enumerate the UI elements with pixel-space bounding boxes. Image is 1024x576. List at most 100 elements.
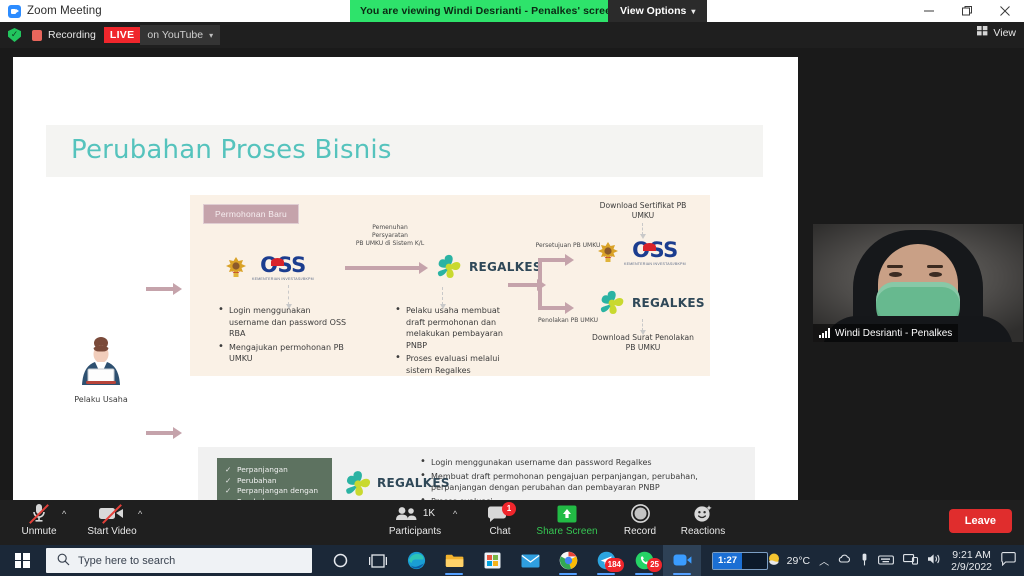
signal-bars-icon [819, 328, 830, 338]
minimize-button[interactable] [910, 0, 948, 22]
participant-name-bar: Windi Desrianti - Penalkes [813, 324, 959, 342]
reactions-button[interactable]: Reactions [666, 503, 740, 538]
window-controls [910, 0, 1024, 22]
action-center-icon[interactable] [1001, 552, 1016, 569]
regalkes-logo-right: REGALKES [596, 287, 705, 319]
chevron-down-icon: ▾ [691, 6, 696, 16]
cortana-icon[interactable] [321, 545, 359, 576]
regalkes-logo-middle: REGALKES [433, 251, 542, 283]
video-options-caret-icon[interactable]: ^ [138, 509, 142, 519]
file-explorer-icon[interactable] [435, 545, 473, 576]
weather-widget[interactable]: 29°C [767, 552, 810, 570]
arrow-label-pemenuhan: Pemenuhan Persyaratan PB UMKU di Sistem … [335, 224, 445, 248]
share-screen-button[interactable]: Share Screen [530, 503, 604, 538]
list-item: Pelaku usaha membuat draft permohonan da… [395, 304, 510, 351]
reactions-smiley-icon [666, 503, 740, 524]
chevron-up-icon[interactable]: ︿ [819, 553, 829, 568]
zoom-meeting-window: Zoom Meeting You are viewing Windi Desri… [0, 0, 1024, 576]
live-platform-label: on YouTube [147, 29, 204, 41]
participants-count: 1K [422, 508, 436, 519]
recording-indicator-icon[interactable] [32, 29, 42, 41]
list-item: Perubahan [225, 476, 332, 487]
running-indicator [673, 573, 691, 575]
participant-eyebrow-right [927, 265, 943, 268]
audio-options-caret-icon[interactable]: ^ [62, 509, 66, 519]
sun-icon [767, 552, 782, 570]
chat-label: Chat [489, 526, 511, 537]
windows-logo-icon [14, 553, 30, 568]
view-options-button[interactable]: View Options ▾ [608, 0, 708, 22]
maximize-button[interactable] [948, 0, 986, 22]
chat-bubble-icon: 1 [463, 501, 537, 524]
view-layout-button[interactable]: View [977, 26, 1016, 39]
oss-logo-right: OSS KEMENTERIAN INVESTASI/BKPM [595, 240, 686, 267]
chrome-icon[interactable] [549, 545, 587, 576]
telegram-unread-badge: 184 [604, 558, 624, 572]
search-icon [57, 553, 70, 569]
participant-video-tile[interactable]: Windi Desrianti - Penalkes [813, 224, 1023, 342]
participants-icon: 1K [378, 503, 452, 524]
garuda-emblem-icon [595, 240, 621, 266]
title-bar-left: Zoom Meeting [0, 4, 102, 18]
telegram-icon[interactable]: 184 [587, 545, 625, 576]
usb-icon[interactable] [860, 553, 869, 569]
list-item: Proses evaluasi melalui sistem Regalkes [395, 352, 510, 376]
reactions-label: Reactions [680, 526, 726, 537]
search-input[interactable]: Type here to search [46, 548, 312, 573]
weather-temperature: 29°C [786, 554, 811, 567]
list-item: Login menggunakan username dan password … [420, 456, 730, 469]
dashed-connector-left [286, 285, 292, 309]
task-view-icon[interactable] [359, 545, 397, 576]
clock-time: 9:21 AM [952, 548, 991, 561]
clock-date: 2/9/2022 [951, 560, 992, 573]
whatsapp-icon[interactable]: 25 [625, 545, 663, 576]
participants-options-caret-icon[interactable]: ^ [453, 509, 457, 519]
chevron-down-icon: ▾ [209, 30, 214, 40]
running-indicator [597, 573, 615, 575]
chat-unread-badge: 1 [502, 501, 516, 516]
mail-icon[interactable] [511, 545, 549, 576]
participants-button[interactable]: 1K Participants [378, 503, 452, 538]
microsoft-store-icon[interactable] [473, 545, 511, 576]
zoom-icon[interactable] [663, 545, 701, 576]
participant-name: Windi Desrianti - Penalkes [835, 327, 953, 339]
onedrive-icon[interactable] [838, 553, 851, 568]
caption-download-sertifikat: Download Sertifikat PB UMKU [599, 201, 687, 220]
system-tray: 29°C ︿ 9:21 AM 2/9/2022 [767, 545, 1024, 576]
zoom-app-icon [8, 4, 21, 18]
window-title: Zoom Meeting [27, 5, 102, 17]
oss-subtitle: KEMENTERIAN INVESTASI/BKPM [252, 277, 314, 281]
dashed-connector-top-right [640, 223, 646, 239]
running-indicator [635, 573, 653, 575]
dashed-connector-middle [440, 287, 446, 309]
screen-share-banner: You are viewing Windi Desrianti - Penalk… [350, 0, 628, 22]
clock-widget[interactable]: 9:21 AM 2/9/2022 [951, 549, 992, 573]
volume-icon[interactable] [927, 553, 942, 568]
live-platform-chip[interactable]: on YouTube ▾ [140, 25, 221, 45]
share-screen-label: Share Screen [536, 526, 598, 537]
edge-icon[interactable] [397, 545, 435, 576]
network-icon[interactable] [903, 553, 919, 568]
start-button[interactable] [0, 545, 44, 576]
flow-arrow-to-panel1 [146, 283, 182, 295]
leave-meeting-button[interactable]: Leave [948, 509, 1012, 533]
whatsapp-unread-badge: 25 [647, 558, 662, 572]
branch-stem [508, 279, 546, 291]
badge-permohonan-baru: Permohonan Baru [203, 204, 299, 224]
actor-label: Pelaku Usaha [74, 395, 128, 404]
close-button[interactable] [986, 0, 1024, 22]
running-indicator [559, 573, 577, 575]
live-badge: LIVE [103, 27, 141, 43]
start-video-label: Start Video [87, 526, 137, 537]
participant-eye-left [889, 272, 902, 277]
diagram-panel-permohonan-baru: Permohonan Baru OSS KEMENTERIAN INVESTAS… [190, 195, 710, 376]
grid-view-icon [977, 26, 988, 39]
keyboard-icon[interactable] [878, 554, 895, 568]
oss-flag-icon [643, 243, 656, 251]
arrow-label-line2: Persyaratan [372, 232, 408, 239]
encryption-shield-icon[interactable] [8, 28, 21, 42]
zoom-timer-widget[interactable]: 1:27 [712, 551, 768, 570]
regalkes-mark-icon [596, 287, 628, 319]
panel1-middle-bullets: Pelaku usaha membuat draft permohonan da… [395, 304, 510, 378]
chat-button[interactable]: 1 Chat [463, 501, 537, 538]
